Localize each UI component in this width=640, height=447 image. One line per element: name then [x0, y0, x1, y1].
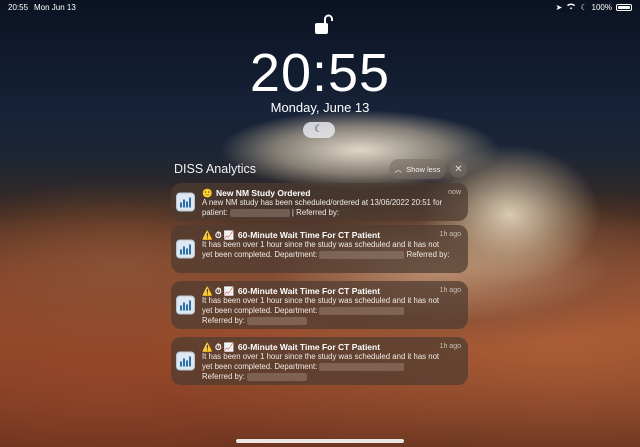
department-label: yet been completed. Department:	[202, 250, 318, 259]
referred-label: Referred by:	[202, 372, 245, 381]
home-indicator[interactable]	[236, 439, 404, 443]
referred-label: Referred by:	[202, 316, 245, 325]
wifi-icon	[566, 2, 576, 12]
close-icon: ✕	[454, 164, 463, 175]
diss-analytics-icon	[176, 295, 195, 315]
notification-card[interactable]: ⚠️ ⏱ 📈 60-Minute Wait Time For CT Patien…	[171, 337, 468, 385]
status-right: ➤ ☾ 100%	[556, 2, 632, 12]
body-line: yet been completed. Department:	[202, 362, 464, 372]
body-line: It has been over 1 hour since the study …	[202, 296, 440, 305]
notification-body: It has been over 1 hour since the study …	[202, 296, 464, 326]
lock-screen-date: Monday, June 13	[270, 100, 370, 115]
notification-body: It has been over 1 hour since the study …	[202, 240, 464, 260]
notification-card[interactable]: ⚠️ ⏱ 📈 60-Minute Wait Time For CT Patien…	[171, 281, 468, 329]
department-label: yet been completed. Department:	[202, 362, 318, 371]
battery-icon	[616, 3, 632, 11]
unlocked-padlock-icon	[314, 14, 334, 36]
notification-time: now	[448, 189, 461, 196]
lock-screen-clock: 20:55	[249, 43, 391, 103]
body-line: It has been over 1 hour since the study …	[202, 352, 440, 361]
notification-title-text: 60-Minute Wait Time For CT Patient	[237, 286, 381, 296]
redacted-patient	[229, 208, 290, 217]
diss-analytics-icon	[176, 351, 195, 371]
notification-time: 1h ago	[439, 343, 461, 350]
notification-title-text: New NM Study Ordered	[215, 188, 311, 198]
status-bar: 20:55 Mon Jun 13 ➤ ☾ 100%	[0, 0, 640, 14]
show-less-button[interactable]: ︿ Show less	[389, 159, 446, 179]
referred-label: | Referred by:	[291, 208, 340, 217]
show-less-label: Show less	[406, 164, 441, 174]
patient-label: patient:	[202, 208, 228, 217]
chevron-up-icon: ︿	[394, 164, 403, 174]
redacted-referrer	[247, 316, 308, 325]
notification-title-text: 60-Minute Wait Time For CT Patient	[237, 342, 381, 352]
body-line: yet been completed. Department:	[202, 306, 464, 316]
body-line: patient: | Referred by:	[202, 208, 464, 218]
focus-mode-button[interactable]: ☾	[303, 122, 335, 138]
notification-time: 1h ago	[439, 231, 461, 238]
notification-card[interactable]: 🙂 New NM Study Ordered now A new NM stud…	[171, 183, 468, 221]
body-line: Referred by:	[202, 372, 464, 382]
notification-time: 1h ago	[439, 287, 461, 294]
moon-status-icon: ☾	[580, 2, 588, 12]
location-icon: ➤	[555, 2, 563, 12]
redacted-referrer	[247, 372, 308, 381]
referred-label: Referred by:	[406, 250, 450, 259]
notification-group-title: DISS Analytics	[174, 162, 256, 176]
notification-title-text: 60-Minute Wait Time For CT Patient	[237, 230, 381, 240]
department-label: yet been completed. Department:	[202, 306, 318, 315]
body-line: Referred by:	[202, 316, 464, 326]
redacted-department	[319, 250, 405, 259]
close-group-button[interactable]: ✕	[450, 161, 467, 178]
diss-analytics-icon	[176, 192, 195, 212]
body-line: yet been completed. Department: Referred…	[202, 250, 464, 260]
notification-body: It has been over 1 hour since the study …	[202, 352, 464, 382]
redacted-department	[319, 362, 405, 371]
status-time: 20:55	[8, 3, 29, 12]
notification-body: A new NM study has been scheduled/ordere…	[202, 198, 464, 218]
notification-card[interactable]: ⚠️ ⏱ 📈 60-Minute Wait Time For CT Patien…	[171, 225, 468, 273]
status-date: Mon Jun 13	[34, 3, 76, 12]
body-line: A new NM study has been scheduled/ordere…	[202, 198, 443, 207]
moon-icon: ☾	[314, 124, 323, 135]
diss-analytics-icon	[176, 239, 195, 259]
battery-percentage: 100%	[591, 2, 612, 12]
redacted-department	[319, 306, 405, 315]
body-line: It has been over 1 hour since the study …	[202, 240, 440, 249]
